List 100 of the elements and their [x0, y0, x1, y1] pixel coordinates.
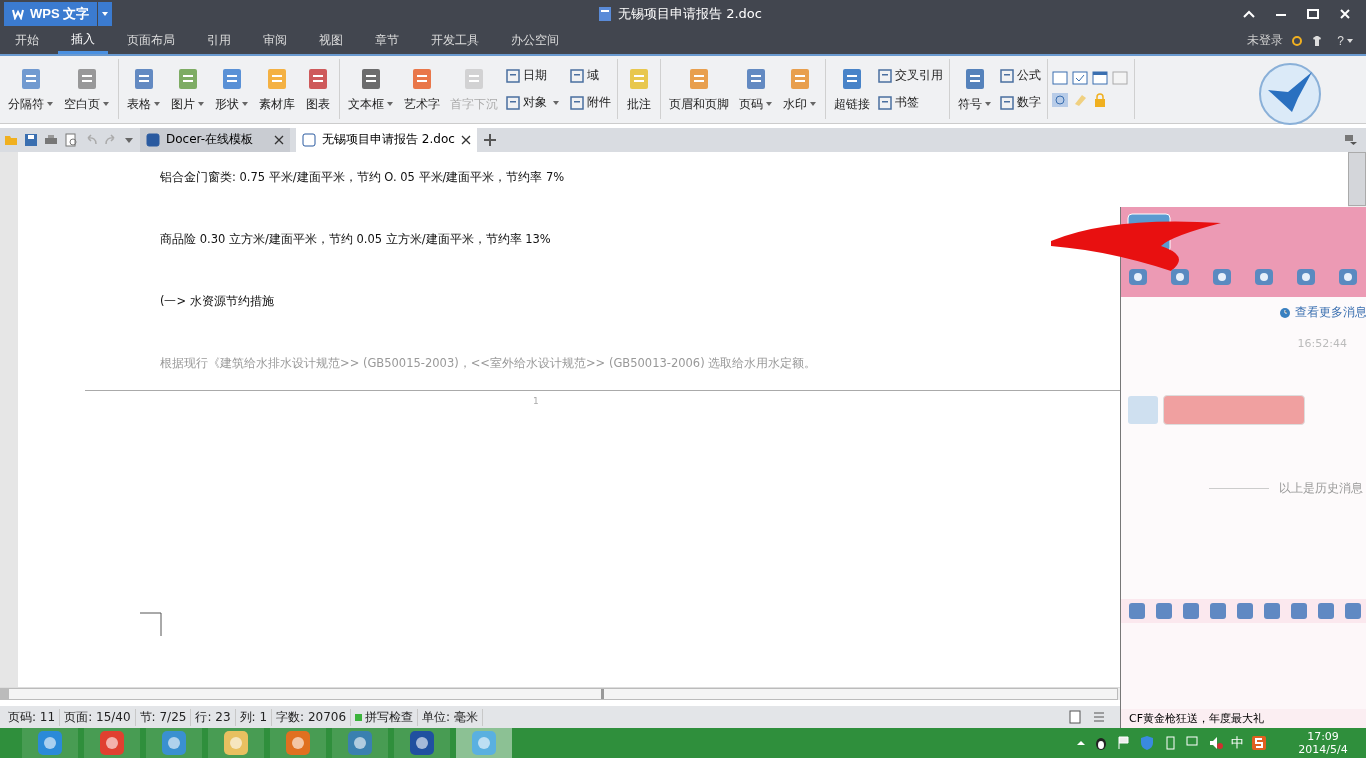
help-button[interactable]: ? — [1331, 32, 1360, 49]
ribbon-button[interactable]: 公式 — [998, 67, 1043, 85]
spell-check-toggle[interactable]: 拼写检查 — [351, 708, 419, 726]
ribbon-button[interactable]: 批注 — [622, 63, 656, 115]
page-number: 1 — [533, 395, 539, 406]
clock-icon — [1279, 306, 1291, 319]
vertical-scrollbar[interactable] — [1348, 151, 1366, 206]
document-paragraph: 根据现行《建筑给水排水设计规范>> (GB50015-2003)，<<室外给水设计规范>> (GB50013-2006) 选取给水用水定额。 — [160, 354, 818, 372]
ribbon-button[interactable]: 页眉和页脚 — [665, 63, 733, 115]
caret-icon[interactable] — [1346, 36, 1354, 45]
taskbar-app[interactable] — [84, 728, 140, 758]
close-icon[interactable] — [1338, 6, 1352, 21]
status-text: 列: 1 — [235, 708, 273, 726]
menu-tab[interactable]: 办公空间 — [498, 27, 572, 54]
outline-view-icon[interactable] — [1092, 710, 1106, 725]
list-box-icon[interactable] — [1092, 71, 1108, 86]
ribbon-button[interactable]: 分隔符 — [4, 63, 58, 115]
menu-tab[interactable]: 章节 — [362, 27, 412, 54]
app-menu-button[interactable]: WPS 文字 — [4, 1, 98, 26]
document-paragraph: 铝合金门窗类: 0.75 平米/建面平米，节约 O. 05 平米/建面平米，节约率 7% — [160, 168, 566, 186]
checkbox-icon[interactable] — [1072, 71, 1088, 86]
add-tab-icon[interactable] — [482, 132, 497, 147]
menu-tab[interactable]: 视图 — [306, 27, 356, 54]
taskbar-app[interactable] — [146, 728, 202, 758]
wps-logo-icon — [12, 7, 24, 20]
document-tab[interactable]: 无锡项目申请报告 2.doc — [296, 127, 477, 152]
maximize-icon[interactable] — [1306, 6, 1320, 21]
status-text: 页码: 11 — [4, 708, 61, 726]
status-text: 字数: 20706 — [272, 708, 352, 726]
menu-tab[interactable]: 审阅 — [250, 27, 300, 54]
taskbar-app[interactable] — [456, 728, 512, 758]
close-icon[interactable] — [460, 134, 471, 145]
refresh-icon[interactable] — [1291, 34, 1304, 47]
document-paragraph: 商品险 0.30 立方米/建面平米，节约 0.05 立方米/建面平米，节约率 13% — [160, 230, 552, 248]
message-input-field[interactable] — [1121, 623, 1366, 709]
status-text: 节: 7/25 — [135, 708, 192, 726]
ribbon-button[interactable]: 页码 — [735, 63, 777, 115]
clock-time: 17:09 — [1307, 730, 1339, 743]
close-icon[interactable] — [274, 134, 284, 145]
message-time: 16:52:44 — [1297, 337, 1347, 350]
redo-icon[interactable] — [104, 132, 118, 147]
menu-tab[interactable]: 开发工具 — [418, 27, 492, 54]
caret-icon[interactable] — [1076, 738, 1086, 748]
ribbon-button[interactable]: 域 — [568, 67, 613, 85]
ribbon-button[interactable]: 数字 — [998, 94, 1043, 112]
print-icon[interactable] — [44, 132, 58, 147]
ribbon-button[interactable]: 表格 — [123, 63, 165, 115]
caret-icon[interactable] — [552, 98, 560, 107]
taskbar-app[interactable] — [208, 728, 264, 758]
ribbon-button[interactable]: 符号 — [954, 63, 996, 115]
print-preview-icon[interactable] — [64, 132, 78, 147]
window-title: 无锡项目申请报告 2.doc — [618, 4, 762, 23]
save-icon[interactable] — [24, 132, 38, 147]
ribbon-button[interactable]: 图表 — [301, 63, 335, 115]
penguin-icon[interactable] — [1093, 735, 1109, 751]
ribbon-button[interactable]: 日期 — [504, 67, 562, 85]
menu-tab[interactable]: 引用 — [194, 27, 244, 54]
speaker-muted-icon[interactable] — [1208, 735, 1224, 751]
ribbon-button[interactable]: 附件 — [568, 94, 613, 112]
status-text: 页面: 15/40 — [60, 708, 136, 726]
undo-icon[interactable] — [84, 132, 98, 147]
shirt-icon[interactable] — [1311, 34, 1324, 47]
panel-menu-icon[interactable] — [1344, 133, 1358, 146]
document-icon — [598, 5, 612, 22]
ribbon-button[interactable]: 交叉引用 — [876, 67, 945, 85]
ribbon-button[interactable]: 书签 — [876, 94, 945, 112]
status-text: 行: 23 — [191, 708, 236, 726]
taskbar-app[interactable] — [394, 728, 450, 758]
ribbon-button[interactable]: 艺术字 — [400, 63, 444, 115]
margin-corner-mark — [140, 611, 162, 636]
document-tab[interactable]: Docer-在线模板 — [140, 127, 290, 152]
taskbar-app[interactable] — [22, 728, 78, 758]
ribbon-button[interactable]: 水印 — [779, 63, 821, 115]
ad-text[interactable]: CF黄金枪狂送，年度最大礼 — [1121, 709, 1366, 728]
ribbon-button[interactable]: 素材库 — [255, 63, 299, 115]
document-paragraph: (一> 水资源节约措施 — [160, 292, 275, 310]
shading-icon[interactable] — [1052, 93, 1068, 108]
ribbon-button[interactable]: 文本框 — [344, 63, 398, 115]
ribbon-button[interactable]: 对象 — [504, 94, 562, 112]
s-logo-icon[interactable] — [1251, 735, 1267, 751]
login-status[interactable]: 未登录 — [1247, 32, 1284, 50]
ribbon-button[interactable]: 形状 — [211, 63, 253, 115]
taskbar-app[interactable] — [270, 728, 326, 758]
text-field-icon[interactable] — [1052, 71, 1068, 86]
ribbon-button[interactable]: 图片 — [167, 63, 209, 115]
bird-logo-icon — [1258, 61, 1322, 126]
taskbar-app[interactable] — [332, 728, 388, 758]
avatar-placeholder — [1127, 395, 1159, 425]
page-view-icon[interactable] — [1068, 710, 1082, 725]
input-method-indicator[interactable]: 中 — [1231, 734, 1244, 752]
more-messages-link[interactable]: 查看更多消息 — [1295, 305, 1366, 320]
lock-icon[interactable] — [1092, 93, 1108, 108]
horizontal-scrollbar[interactable] — [0, 688, 1118, 701]
ribbon-button[interactable]: 空白页 — [60, 63, 114, 115]
history-divider-text: 以上是历史消息 — [1279, 481, 1363, 496]
ribbon-button[interactable]: 超链接 — [830, 63, 874, 115]
menu-tab[interactable]: 开始 — [2, 27, 52, 54]
menu-tab[interactable]: 页面布局 — [114, 27, 188, 54]
status-text: 单位: 毫米 — [418, 708, 483, 726]
clock-date: 2014/5/4 — [1298, 743, 1348, 756]
